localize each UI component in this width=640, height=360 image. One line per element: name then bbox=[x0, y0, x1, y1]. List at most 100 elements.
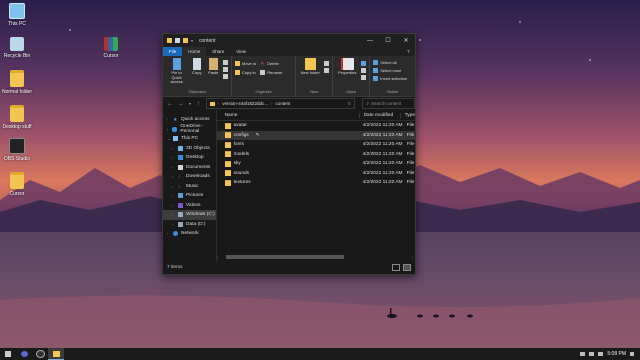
back-arrow-icon[interactable]: ← bbox=[166, 101, 174, 107]
select-none-button[interactable]: Select none bbox=[373, 68, 412, 73]
video-icon bbox=[178, 202, 183, 208]
file-row[interactable]: sounds 4/2/2022 11:20 AM File bbox=[217, 169, 415, 179]
edit-button[interactable] bbox=[361, 68, 367, 73]
nav-item-music[interactable]: › ♪ Music bbox=[163, 182, 216, 192]
pin-to-quick-access-button[interactable]: Pin to Quick access bbox=[166, 58, 187, 89]
desktop-icon-cursor-2[interactable]: Cursor bbox=[0, 172, 34, 197]
file-type: File bbox=[406, 123, 415, 129]
delete-button[interactable]: ✕ Delete bbox=[260, 61, 282, 67]
refresh-icon[interactable]: ↻ bbox=[348, 101, 355, 107]
tray-icon[interactable] bbox=[589, 352, 595, 356]
details-view-icon[interactable] bbox=[392, 263, 400, 271]
breadcrumb-item[interactable]: content bbox=[276, 101, 291, 106]
nav-item-data-d[interactable]: › Data (D:) bbox=[163, 220, 216, 230]
volume-icon[interactable] bbox=[598, 352, 604, 356]
easy-access-button[interactable] bbox=[324, 68, 330, 73]
properties-button[interactable]: Properties bbox=[336, 58, 358, 89]
maximize-button[interactable]: ☐ bbox=[379, 34, 397, 47]
rename-button[interactable]: Rename bbox=[260, 70, 282, 75]
tab-view[interactable]: View bbox=[230, 47, 252, 56]
breadcrumb-item[interactable]: version-44af1822ddc... bbox=[222, 101, 268, 106]
button-label: Copy bbox=[192, 70, 202, 75]
taskbar-app-2[interactable] bbox=[32, 348, 48, 360]
cut-button[interactable] bbox=[223, 60, 228, 65]
recent-chevron-icon[interactable]: ▾ bbox=[188, 101, 192, 106]
clock[interactable]: 5:08 PM bbox=[607, 351, 626, 357]
properties-icon bbox=[340, 58, 354, 70]
breadcrumb-separator-icon: › bbox=[271, 101, 273, 106]
copy-button[interactable]: Copy bbox=[190, 58, 203, 89]
star-icon: ★ bbox=[173, 117, 178, 124]
tab-file[interactable]: File bbox=[163, 47, 183, 56]
desktop-icon-cursor-1[interactable]: Cursor bbox=[94, 37, 128, 59]
nav-item-downloads[interactable]: › ↓ Downloads bbox=[163, 172, 216, 182]
nav-item-videos[interactable]: › Videos bbox=[163, 201, 216, 211]
file-row[interactable]: fonts 4/2/2022 11:20 AM File bbox=[217, 140, 415, 150]
column-header-name[interactable]: Name bbox=[217, 113, 359, 118]
taskbar-app-1[interactable] bbox=[16, 348, 32, 360]
desktop-icon-recycle-bin[interactable]: Recycle Bin bbox=[0, 37, 34, 59]
caption-buttons: — ☐ ✕ bbox=[361, 34, 415, 47]
nav-item-pictures[interactable]: › Pictures bbox=[163, 191, 216, 201]
copy-path-button[interactable] bbox=[223, 67, 228, 72]
nav-item-this-pc[interactable]: ⌄ This PC bbox=[163, 134, 216, 144]
open-button[interactable] bbox=[361, 61, 367, 66]
paste-button[interactable]: Paste bbox=[207, 58, 220, 89]
desktop-icon-obs-studio[interactable]: OBS Studio bbox=[0, 138, 34, 162]
file-row[interactable]: sky 4/2/2022 11:20 AM File bbox=[217, 159, 415, 169]
new-folder-button[interactable]: New folder bbox=[299, 58, 321, 89]
notification-icon[interactable] bbox=[630, 352, 634, 356]
file-row[interactable]: models 4/2/2022 11:20 AM File bbox=[217, 150, 415, 160]
move-to-button[interactable]: Move to bbox=[235, 61, 256, 66]
copy-to-button[interactable]: Copy to bbox=[235, 70, 256, 75]
taskbar-file-explorer[interactable] bbox=[48, 348, 64, 360]
file-row[interactable]: avatar 4/2/2022 11:20 AM File bbox=[217, 121, 415, 131]
tray-icon[interactable] bbox=[580, 352, 586, 356]
scroll-right-icon[interactable]: › bbox=[412, 255, 415, 260]
file-name: textures bbox=[233, 180, 251, 186]
nav-item-windows-c[interactable]: › Windows (C:) bbox=[163, 210, 216, 220]
new-folder-icon[interactable] bbox=[183, 38, 188, 43]
properties-icon[interactable] bbox=[175, 38, 180, 43]
new-item-button[interactable] bbox=[324, 61, 330, 66]
minimize-button[interactable]: — bbox=[361, 34, 379, 47]
column-headers: Name Date modified Type bbox=[216, 110, 415, 121]
nav-item-desktop[interactable]: › Desktop bbox=[163, 153, 216, 163]
button-label: Paste bbox=[208, 70, 219, 75]
easy-access-icon bbox=[324, 68, 330, 73]
up-arrow-icon[interactable]: ↑ bbox=[195, 101, 203, 107]
desktop-icon-normal-folder[interactable]: Normal folder bbox=[0, 70, 34, 95]
file-date: 4/2/2022 11:20 AM bbox=[362, 180, 403, 186]
horizontal-scrollbar[interactable]: ‹ › bbox=[217, 254, 415, 260]
paste-shortcut-button[interactable] bbox=[223, 74, 228, 79]
column-header-type[interactable]: Type bbox=[399, 112, 415, 118]
nav-item-3d-objects[interactable]: › 3D Objects bbox=[163, 144, 216, 154]
select-none-icon bbox=[373, 68, 379, 73]
address-bar[interactable]: › version-44af1822ddc... › content ↻ bbox=[205, 98, 356, 109]
nav-item-onedrive[interactable]: › OneDrive - Personal bbox=[163, 124, 216, 134]
search-input[interactable]: ⌕ Search content bbox=[362, 98, 415, 109]
scrollbar-thumb[interactable] bbox=[225, 255, 344, 259]
tab-home[interactable]: Home bbox=[182, 47, 207, 56]
invert-selection-button[interactable]: Invert selection bbox=[373, 76, 412, 81]
help-button[interactable]: ? bbox=[407, 47, 415, 56]
scroll-left-icon[interactable]: ‹ bbox=[217, 255, 218, 260]
start-button[interactable] bbox=[0, 348, 16, 360]
nav-item-documents[interactable]: › Documents bbox=[163, 163, 216, 173]
close-button[interactable]: ✕ bbox=[397, 34, 415, 47]
desktop-icon-desktop-stuff[interactable]: Desktop stuff bbox=[0, 105, 34, 130]
file-date: 4/2/2022 11:20 AM bbox=[362, 132, 403, 138]
tab-share[interactable]: Share bbox=[206, 47, 230, 56]
column-header-date[interactable]: Date modified bbox=[358, 112, 400, 118]
title-bar[interactable]: ▾ content — ☐ ✕ bbox=[163, 34, 415, 47]
desktop-icon-this-pc[interactable]: This PC bbox=[0, 3, 34, 27]
chevron-down-icon[interactable]: ▾ bbox=[191, 38, 193, 43]
history-button[interactable] bbox=[361, 75, 367, 80]
select-all-button[interactable]: Select all bbox=[373, 60, 412, 65]
file-row[interactable]: textures 4/2/2022 11:20 AM File bbox=[217, 178, 415, 188]
large-icons-view-icon[interactable] bbox=[403, 263, 411, 271]
file-row[interactable]: configs ↖ 4/2/2022 11:20 AM File bbox=[216, 130, 415, 140]
nav-item-network[interactable]: › Network bbox=[163, 229, 216, 239]
desktop-icon-label: Normal folder bbox=[1, 89, 32, 95]
forward-arrow-icon[interactable]: → bbox=[177, 101, 185, 107]
